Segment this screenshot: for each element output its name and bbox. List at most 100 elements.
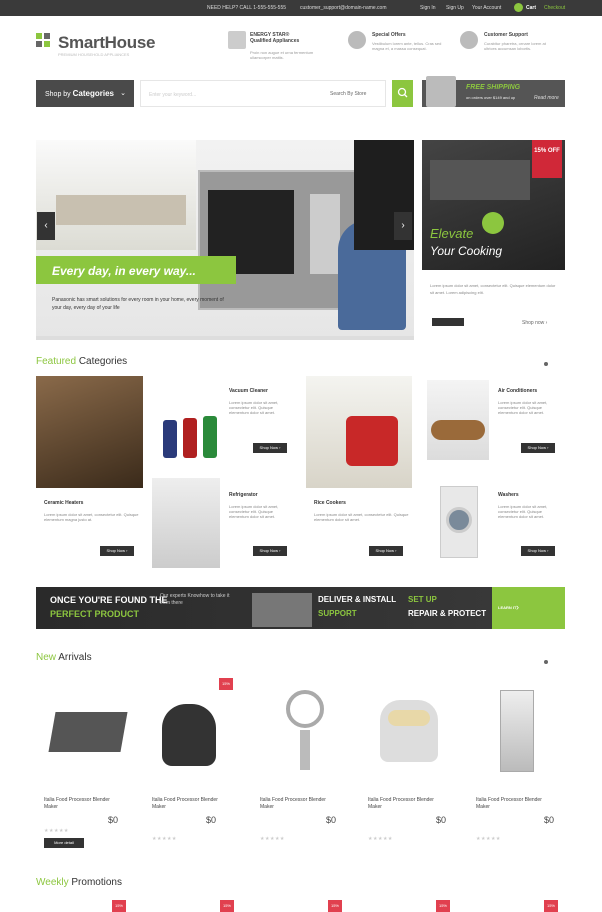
side-shop-now-link[interactable]: Shop now › [522, 320, 547, 326]
sale-badge: 15% [436, 900, 450, 912]
ceramic-heater-photo [36, 376, 143, 488]
free-shipping-link[interactable]: Read more [534, 95, 559, 101]
microwave-photo [198, 170, 358, 310]
weekly-heading-main: Promotions [71, 877, 122, 888]
free-shipping-sub: on orders over $149 and up [466, 95, 516, 100]
chevron-down-icon: ⌄ [120, 90, 126, 97]
weekly-heading-accent: Weekly [36, 877, 69, 888]
side-title-2: Your Cooking [430, 244, 503, 258]
shop-now-button[interactable]: Shop Now › [253, 443, 287, 453]
service-banner[interactable]: ONCE YOU'RE FOUND THE PERFECT PRODUCT Ou… [36, 587, 565, 629]
counter-photo [56, 195, 186, 225]
feature-desc: Curabitur pharetra, ornare lorem at ultr… [484, 41, 546, 51]
shop-now-button[interactable]: Shop Now › [521, 443, 555, 453]
rating-stars-icon: ★★★★★ [476, 836, 501, 842]
side-promo[interactable]: 15% OFF Elevate Your Cooking [422, 140, 565, 270]
food-processor-photo [162, 704, 216, 766]
rice-fill [388, 710, 430, 726]
category-title[interactable]: Washers [498, 492, 519, 498]
checkout-link[interactable]: Checkout [544, 5, 565, 11]
category-title[interactable]: Air Conditioners [498, 388, 537, 394]
arrow-right-icon: › [516, 602, 519, 612]
sale-badge: 15% [112, 900, 126, 912]
category-desc: Lorem ipsum dolor sit amet, consectetur … [498, 400, 548, 415]
rice-cooker-body [346, 416, 398, 466]
cart-icon[interactable] [514, 3, 523, 12]
washer-photo [440, 486, 478, 558]
category-title[interactable]: Rice Cookers [314, 500, 346, 506]
banner-mid-text: Our experts Knowhow to take it from ther… [160, 593, 230, 606]
product-name[interactable]: Italia Food Processor Blender Maker [152, 797, 232, 811]
sale-badge: 15% [328, 900, 342, 912]
feature-title: Special Offers [372, 32, 406, 38]
section-dot-icon [544, 362, 548, 366]
dollar-icon [348, 31, 366, 49]
cart-link[interactable]: Cart [526, 5, 536, 11]
hero-desc: Panasonic has smart solutions for every … [52, 297, 224, 311]
fridge-product-photo [500, 690, 534, 772]
rating-stars-icon: ★★★★★ [152, 836, 177, 842]
category-title[interactable]: Vacuum Cleaner [229, 388, 268, 394]
search-store-select[interactable]: Search By Store [326, 80, 386, 107]
shop-now-button[interactable]: Shop Now › [100, 546, 134, 556]
category-button-label: Categories [72, 89, 114, 98]
side-discount-badge: 15% OFF [532, 140, 562, 178]
product-name[interactable]: Italia Food Processor Blender Maker [260, 797, 340, 811]
rating-stars-icon: ★★★★★ [260, 836, 285, 842]
product-name[interactable]: Italia Food Processor Blender Maker [44, 797, 124, 811]
account-link[interactable]: Your Account [472, 5, 501, 11]
section-dot-icon [544, 660, 548, 664]
category-desc: Lorem ipsum dolor sit amet, consectetur … [498, 504, 548, 519]
logo-tagline: PREMIUM HOUSEHOLD APPLIANCES [58, 52, 130, 57]
category-title[interactable]: Ceramic Heaters [44, 500, 83, 506]
hero-next-arrow[interactable]: › [394, 212, 412, 240]
featured-heading-accent: Featured [36, 356, 77, 367]
hero-prev-arrow[interactable]: ‹ [37, 212, 55, 240]
bladeless-fan-photo [286, 690, 324, 728]
logo-mark-icon [36, 41, 42, 47]
delivery-man-icon [426, 76, 456, 107]
feature-desc: Vestibulum lorem ante, tellus. Cras sed … [372, 41, 442, 51]
shop-now-button[interactable]: Shop Now › [253, 546, 287, 556]
side-promo-icons [432, 318, 464, 326]
hero-progress [36, 336, 414, 340]
category-desc: Lorem ipsum dolor sit amet, consectetur … [229, 504, 279, 519]
banner-repair: REPAIR & PROTECT [408, 609, 487, 618]
new-arrivals-heading: New Arrivals [36, 652, 92, 663]
side-title-1: Elevate [430, 226, 474, 241]
free-shipping-banner[interactable]: FREE SHIPPING on orders over $149 and up… [422, 76, 565, 107]
shop-now-button[interactable]: Shop Now › [521, 546, 555, 556]
washer-door [446, 507, 472, 533]
banner-cta-button[interactable]: LEARN IT › [492, 587, 565, 629]
product-name[interactable]: Italia Food Processor Blender Maker [368, 797, 448, 811]
logo-name[interactable]: SmartHouse [58, 33, 155, 53]
sale-badge: 15% [219, 678, 233, 690]
weekly-promotions-heading: Weekly Promotions [36, 877, 122, 888]
product-name[interactable]: Italia Food Processor Blender Maker [476, 797, 556, 811]
support-email[interactable]: customer_support@domain-name.com [300, 5, 387, 11]
sign-up-link[interactable]: Sign Up [446, 5, 464, 11]
more-detail-button[interactable]: More detail [44, 838, 84, 848]
help-phone: NEED HELP? CALL 1-555-555-555 [207, 5, 287, 11]
sign-in-link[interactable]: Sign In [420, 5, 436, 11]
banner-setup: SET UP [408, 595, 437, 604]
banner-deliver: DELIVER & INSTALL [318, 595, 397, 604]
sale-badge: 15% [220, 900, 234, 912]
energy-badge-icon [482, 212, 504, 234]
category-title[interactable]: Refrigerator [229, 492, 258, 498]
shop-now-button[interactable]: Shop Now › [369, 546, 403, 556]
arrivals-heading-accent: New [36, 652, 57, 663]
stovetop-photo [430, 160, 530, 200]
vacuum-red [183, 418, 197, 458]
logo-mark-icon [44, 41, 50, 47]
feature-desc: Proin non augue et urna fermentum ullamc… [250, 50, 314, 60]
feature-title: Customer Support [484, 32, 528, 38]
refrigerator-photo [152, 478, 220, 568]
shop-by-categories-button[interactable]: Shop by Categories ⌄ [36, 80, 134, 107]
search-button[interactable] [392, 80, 413, 107]
product-price: $0 [436, 815, 447, 825]
product-price: $0 [326, 815, 337, 825]
basket-shape [431, 420, 485, 440]
energy-star-icon [228, 31, 246, 49]
banner-support: SUPPORT [318, 609, 357, 618]
